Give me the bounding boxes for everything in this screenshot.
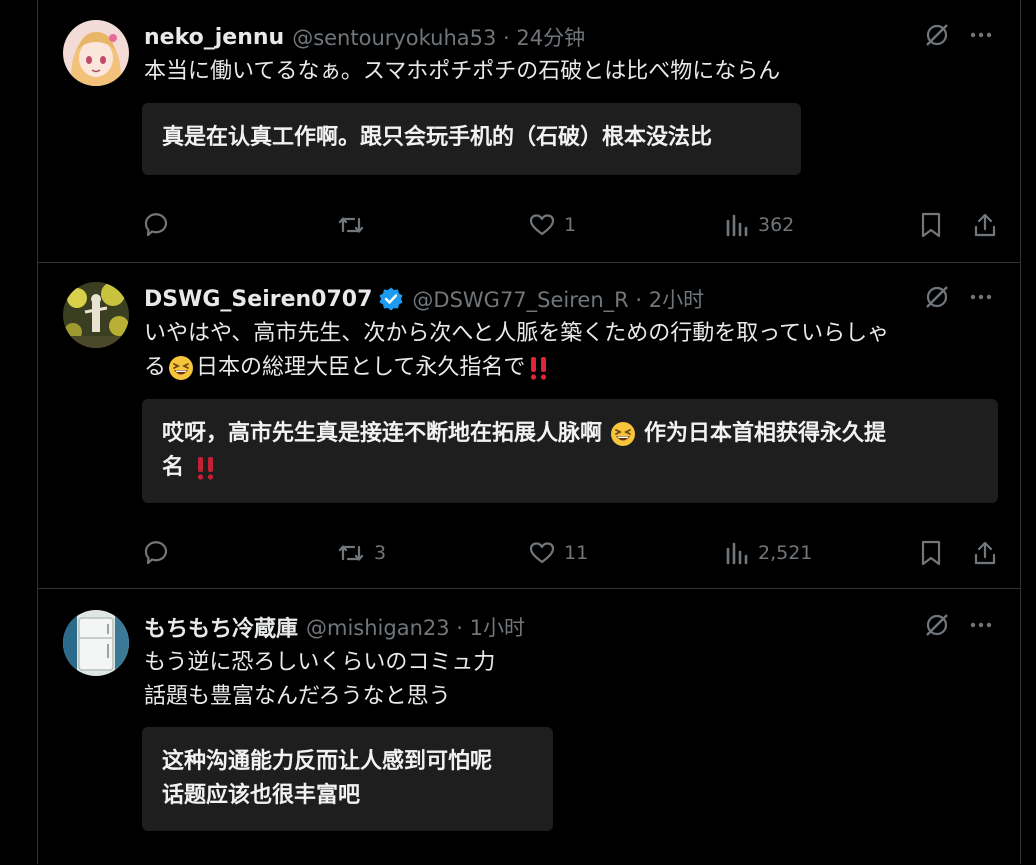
tweet-text-line: 日本の総理大臣として永久指名で	[196, 355, 526, 380]
more-icon[interactable]	[968, 612, 994, 642]
views-count: 362	[758, 214, 795, 236]
retweet-icon	[336, 211, 366, 239]
grin-emoji-icon	[168, 355, 194, 381]
share-icon	[972, 211, 998, 239]
like-button[interactable]: 1	[528, 208, 576, 242]
bookmark-icon	[918, 211, 944, 239]
more-icon[interactable]	[968, 284, 994, 314]
retweet-icon	[336, 539, 366, 567]
like-count: 1	[564, 214, 577, 236]
like-count: 11	[564, 542, 589, 564]
action-bar: 1 362	[142, 208, 1004, 242]
bookmark-button[interactable]	[918, 208, 944, 242]
views-button[interactable]: 362	[724, 208, 794, 242]
action-bar: 3 11 2,521	[142, 536, 1004, 570]
translation-text: 哎呀，高市先生真是接连不断地在拓展人脉啊	[162, 421, 603, 446]
tweet[interactable]: neko_jennu @sentouryokuha53 · 24分钟 本当に働い…	[38, 0, 1020, 262]
tweet-text: 本当に働いてるなぁ。スマホポチポチの石破とは比べ物にならん	[144, 55, 1004, 89]
tweet-text-line: 本当に働いてるなぁ。スマホポチポチの石破とは比べ物にならん	[144, 59, 781, 84]
bookmark-button[interactable]	[918, 536, 944, 570]
author-name[interactable]: もちもち冷蔵庫	[144, 611, 298, 643]
verified-badge-icon	[378, 286, 404, 312]
like-button[interactable]: 11	[528, 536, 588, 570]
tweet[interactable]: DSWG_Seiren0707 @DSWG77_Seiren_R · 2小时 い…	[38, 262, 1020, 589]
translation-box: 哎呀，高市先生真是接连不断地在拓展人脉啊 作为日本首相获得永久提 名	[142, 399, 998, 503]
column-border-right	[1020, 0, 1021, 864]
translation-text: 这种沟通能力反而让人感到可怕呢	[162, 749, 493, 774]
more-icon[interactable]	[968, 22, 994, 52]
retweet-button[interactable]	[336, 208, 374, 242]
translation-box: 真是在认真工作啊。跟只会玩手机的（石破）根本没法比	[142, 103, 801, 175]
author-handle-time[interactable]: @sentouryokuha53 · 24分钟	[292, 22, 585, 52]
tweet-text-line: もう逆に恐ろしいくらいのコミュ力	[144, 650, 496, 675]
author-handle-time[interactable]: @DSWG77_Seiren_R · 2小时	[412, 284, 704, 314]
tweet-text-line: 話題も豊富なんだろうなと思う	[144, 684, 451, 709]
retweet-count: 3	[374, 542, 387, 564]
author-handle-time[interactable]: @mishigan23 · 1小时	[306, 612, 525, 642]
translation-text: 名	[162, 455, 185, 480]
tweet-text: いやはや、高市先生、次から次へと人脈を築くための行動を取っていらしゃ る 日本の…	[144, 317, 1004, 385]
grok-icon[interactable]	[924, 284, 950, 314]
reply-icon	[142, 211, 170, 239]
tweet[interactable]: もちもち冷蔵庫 @mishigan23 · 1小时 もう逆に恐ろしいくらいのコミ…	[38, 588, 1020, 865]
grok-icon[interactable]	[924, 612, 950, 642]
author-name[interactable]: DSWG_Seiren0707	[144, 287, 372, 312]
reply-button[interactable]	[142, 208, 178, 242]
retweet-button[interactable]: 3	[336, 536, 386, 570]
reply-button[interactable]	[142, 536, 178, 570]
tweet-text-line: いやはや、高市先生、次から次へと人脈を築くための行動を取っていらしゃ	[144, 321, 890, 346]
avatar[interactable]	[63, 610, 129, 676]
views-icon	[724, 539, 750, 567]
translation-text: 作为日本首相获得永久提	[644, 421, 887, 446]
author-name[interactable]: neko_jennu	[144, 25, 284, 50]
grin-emoji-icon	[610, 421, 636, 447]
share-button[interactable]	[972, 208, 998, 242]
views-icon	[724, 211, 750, 239]
like-icon	[528, 539, 556, 567]
like-icon	[528, 211, 556, 239]
tweet-text: もう逆に恐ろしいくらいのコミュ力 話題も豊富なんだろうなと思う	[144, 646, 1004, 714]
grok-icon[interactable]	[924, 22, 950, 52]
share-button[interactable]	[972, 536, 998, 570]
views-button[interactable]: 2,521	[724, 536, 812, 570]
double-exclamation-icon	[194, 455, 218, 481]
double-exclamation-icon	[527, 355, 551, 381]
share-icon	[972, 539, 998, 567]
tweet-text-line: る	[144, 355, 167, 380]
avatar[interactable]	[63, 20, 129, 86]
translation-text: 真是在认真工作啊。跟只会玩手机的（石破）根本没法比	[162, 125, 713, 150]
bookmark-icon	[918, 539, 944, 567]
translation-box: 这种沟通能力反而让人感到可怕呢 话题应该也很丰富吧	[142, 727, 553, 831]
translation-text: 话题应该也很丰富吧	[162, 783, 361, 808]
reply-icon	[142, 539, 170, 567]
avatar[interactable]	[63, 282, 129, 348]
views-count: 2,521	[758, 542, 813, 564]
